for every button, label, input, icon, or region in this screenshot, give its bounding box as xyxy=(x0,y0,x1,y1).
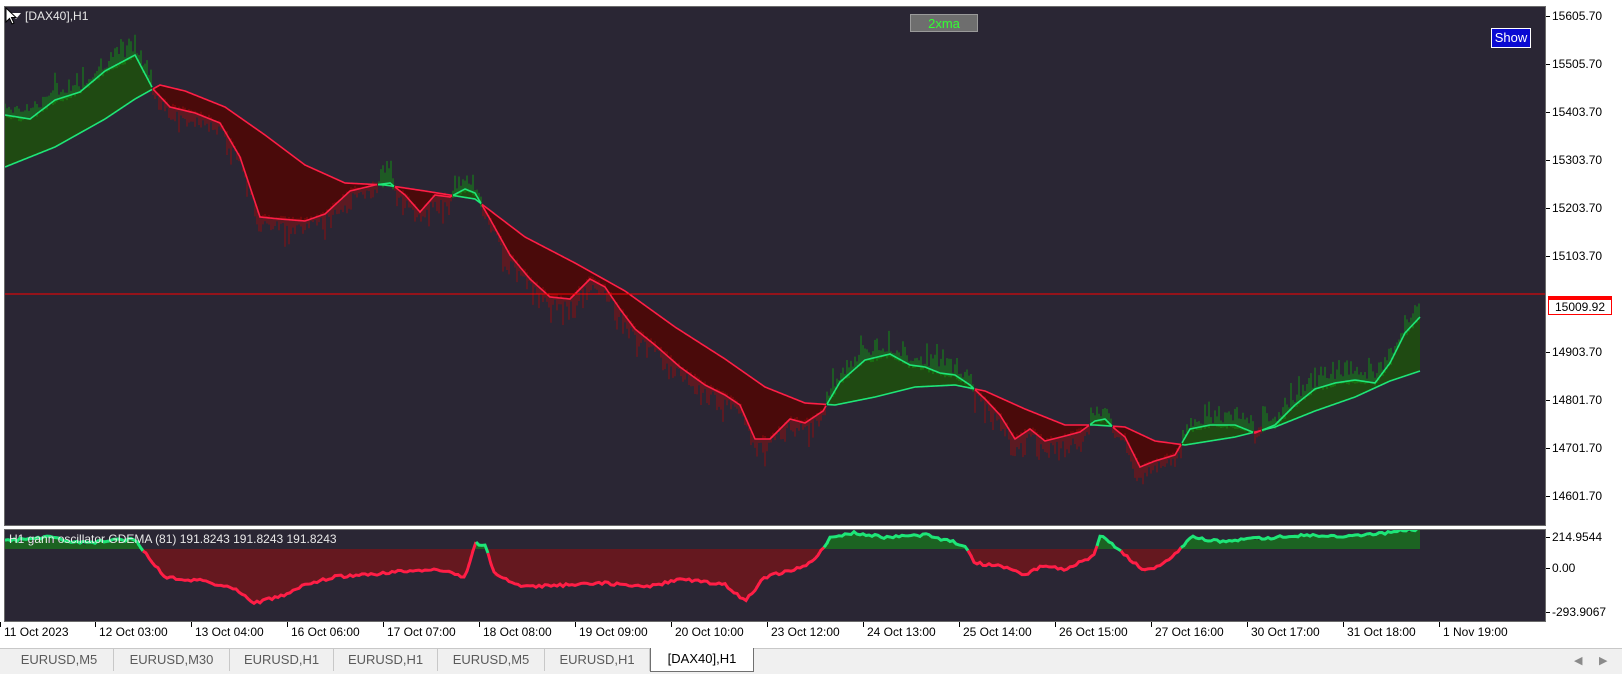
oscillator-label: H1 gann oscillator GDEMA (81) 191.8243 1… xyxy=(9,532,337,546)
oscillator-panel[interactable]: H1 gann oscillator GDEMA (81) 191.8243 1… xyxy=(4,529,1546,622)
tab-eurusd-m5-2[interactable]: EURUSD,M5 xyxy=(438,649,545,671)
price-chart[interactable]: [DAX40],H1 2xma Show xyxy=(4,6,1546,526)
oscillator-line xyxy=(486,546,826,603)
ma-fill-layer xyxy=(5,55,1420,467)
time-tick: 27 Oct 16:00 xyxy=(1151,622,1224,639)
time-tick: 18 Oct 08:00 xyxy=(479,622,552,639)
tab-scroll-right-icon[interactable]: ▶ xyxy=(1599,654,1607,667)
ma-band-fill xyxy=(482,204,826,439)
price-chart-canvas xyxy=(5,34,1545,485)
price-tick: 15605.70 xyxy=(1545,9,1603,23)
price-tick: 15505.70 xyxy=(1545,57,1603,71)
time-tick: 30 Oct 17:00 xyxy=(1247,622,1320,639)
ma-band-fill xyxy=(975,389,1089,441)
tab-eurusd-h1-2[interactable]: EURUSD,H1 xyxy=(334,649,438,671)
volume-spikes-layer xyxy=(5,34,1420,485)
oscillator-tick: -293.9067 xyxy=(1545,605,1607,619)
time-tick: 13 Oct 04:00 xyxy=(191,622,264,639)
tab-eurusd-h1-3[interactable]: EURUSD,H1 xyxy=(545,649,650,671)
time-tick: 23 Oct 12:00 xyxy=(767,622,840,639)
time-tick: 12 Oct 03:00 xyxy=(95,622,168,639)
oscillator-line xyxy=(474,540,490,554)
symbol-label: [DAX40],H1 xyxy=(25,9,89,23)
price-tick: 15203.70 xyxy=(1545,201,1603,215)
price-tick: 15403.70 xyxy=(1545,105,1603,119)
slow-ma-line xyxy=(1090,424,1113,427)
time-tick: 17 Oct 07:00 xyxy=(383,622,456,639)
tab-eurusd-m5[interactable]: EURUSD,M5 xyxy=(5,649,114,671)
chart-tab-bar: EURUSD,M5 EURUSD,M30 EURUSD,H1 EURUSD,H1… xyxy=(0,648,1622,674)
price-tick: 14903.70 xyxy=(1545,345,1603,359)
price-tick: 14801.70 xyxy=(1545,393,1603,407)
time-tick: 20 Oct 10:00 xyxy=(671,622,744,639)
time-tick: 25 Oct 14:00 xyxy=(959,622,1032,639)
2xma-button[interactable]: 2xma xyxy=(910,14,978,32)
price-tick: 15103.70 xyxy=(1545,249,1603,263)
time-axis[interactable]: 11 Oct 2023 12 Oct 03:00 13 Oct 04:00 16… xyxy=(0,622,1548,644)
price-tick: 15303.70 xyxy=(1545,153,1603,167)
time-tick: 26 Oct 15:00 xyxy=(1055,622,1128,639)
chart-window: [DAX40],H1 2xma Show H1 gann oscillator … xyxy=(0,0,1622,648)
tab-eurusd-h1[interactable]: EURUSD,H1 xyxy=(230,649,334,671)
slow-ma-line xyxy=(481,203,827,406)
oscillator-line xyxy=(822,530,970,552)
price-axis[interactable]: 15605.70 15505.70 15403.70 15303.70 1520… xyxy=(1545,0,1622,648)
tab-scroll-left-icon[interactable]: ◀ xyxy=(1574,654,1582,667)
oscillator-tick: 214.9544 xyxy=(1545,530,1603,544)
time-tick: 1 Nov 19:00 xyxy=(1439,622,1508,639)
time-tick: 19 Oct 09:00 xyxy=(575,622,648,639)
mouse-pointer-icon xyxy=(5,7,18,25)
tab-dax40-h1[interactable]: [DAX40],H1 xyxy=(650,648,754,672)
oscillator-tick: 0.00 xyxy=(1545,561,1576,575)
price-tick: 14601.70 xyxy=(1545,489,1603,503)
time-tick: 31 Oct 18:00 xyxy=(1343,622,1416,639)
price-tick: 14701.70 xyxy=(1545,441,1603,455)
time-tick: 16 Oct 06:00 xyxy=(287,622,360,639)
ma-band-fill xyxy=(827,354,974,405)
time-tick: 11 Oct 2023 xyxy=(0,622,69,639)
show-button[interactable]: Show xyxy=(1491,28,1531,48)
current-price-label: 15009.92 xyxy=(1548,299,1612,315)
tab-eurusd-m30[interactable]: EURUSD,M30 xyxy=(114,649,230,671)
time-tick: 24 Oct 13:00 xyxy=(863,622,936,639)
chart-symbol-title[interactable]: [DAX40],H1 xyxy=(11,9,88,23)
